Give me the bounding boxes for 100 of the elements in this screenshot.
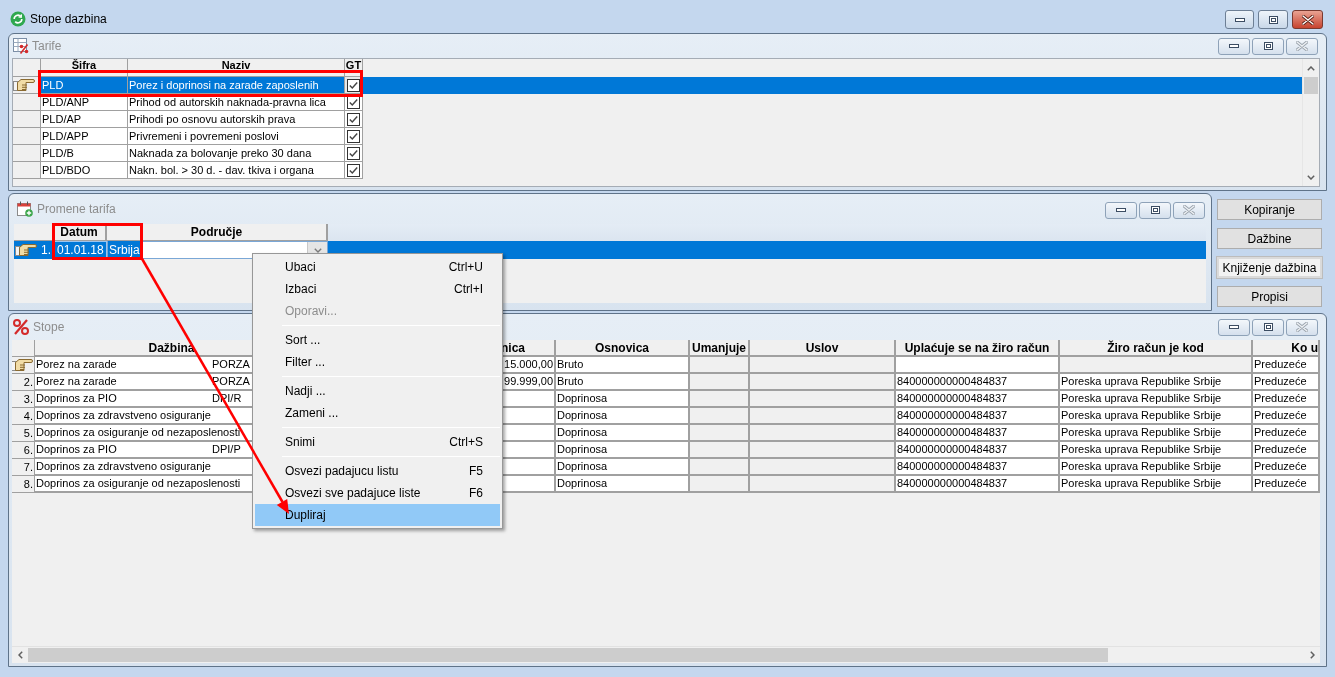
table-row[interactable]: PLD/BDO Nakn. bol. > 30 d. - dav. tkiva i organa	[13, 162, 1302, 179]
table-cell: Preduzeće	[1253, 374, 1320, 391]
table-cell: Poreska uprava Republike Srbije	[1060, 408, 1253, 425]
corner-cell	[14, 224, 53, 241]
minimize-button[interactable]	[1225, 10, 1254, 29]
scroll-left-icon[interactable]	[17, 651, 23, 659]
vertical-scrollbar[interactable]	[1302, 59, 1319, 186]
menu-item[interactable]: Osvezi padajucu listu F5	[255, 460, 500, 482]
minimize-button[interactable]	[1105, 201, 1137, 219]
window-title: Stope dazbina	[30, 10, 107, 28]
table-cell: Prihodi po osnovu autorskih prava	[128, 111, 345, 128]
menu-item[interactable]: Osvezi sve padajuce liste F6	[255, 482, 500, 504]
shortcut-text: Ctrl+I	[454, 281, 483, 298]
maximize-icon	[1263, 42, 1273, 50]
maximize-button[interactable]	[1252, 318, 1284, 336]
table-cell: Poreska uprava Republike Srbije	[1060, 374, 1253, 391]
table-cell: Preduzeće	[1253, 442, 1320, 459]
tax-name: Doprinos za PIO	[36, 442, 117, 458]
panel-title: Promene tarifa	[37, 201, 116, 218]
table-cell: PLD/BDO	[41, 162, 128, 179]
horizontal-scrollbar[interactable]	[12, 646, 1320, 663]
scrollbar-thumb[interactable]	[28, 648, 1108, 662]
table-cell: Bruto	[556, 357, 690, 374]
table-row[interactable]: PLD/APP Privremeni i povremeni poslovi	[13, 128, 1302, 145]
circular-arrows-icon	[10, 10, 26, 27]
table-cell: 840000000000484837	[896, 459, 1060, 476]
table-cell: Preduzeće	[1253, 408, 1320, 425]
close-icon	[1296, 322, 1308, 332]
scroll-up-icon[interactable]	[1307, 65, 1315, 71]
shortcut-text: Ctrl+S	[449, 434, 483, 451]
tax-name: Porez na zarade	[36, 357, 117, 373]
maximize-icon	[1150, 206, 1160, 214]
menu-item[interactable]: Dupliraj	[255, 504, 500, 526]
tax-code: PORZA	[212, 357, 250, 373]
row-number: 1.	[41, 242, 51, 259]
table-cell: Doprinosa	[556, 391, 690, 408]
action-button[interactable]: Knjiženje dažbina	[1217, 257, 1322, 278]
minimize-icon	[1229, 44, 1239, 48]
scroll-right-icon[interactable]	[1309, 651, 1315, 659]
table-cell: Doprinosa	[556, 476, 690, 493]
scroll-down-icon[interactable]	[1307, 175, 1315, 180]
table-cell: Privremeni i povremeni poslovi	[128, 128, 345, 145]
close-button[interactable]	[1292, 10, 1323, 29]
table-cell: PLD/AP	[41, 111, 128, 128]
row-number: 4.	[23, 408, 33, 424]
maximize-button[interactable]	[1258, 10, 1288, 29]
action-button[interactable]: Kopiranje	[1217, 199, 1322, 220]
column-header[interactable]: Područje	[107, 224, 328, 241]
table-cell: Doprinosa	[556, 442, 690, 459]
table-row[interactable]: PLD/AP Prihodi po osnovu autorskih prava	[13, 111, 1302, 128]
row-number: 3.	[23, 391, 33, 407]
maximize-icon	[1268, 15, 1278, 24]
table-cell: Preduzeće	[1253, 425, 1320, 442]
table-cell: Poreska uprava Republike Srbije	[1060, 425, 1253, 442]
menu-item[interactable]: Izbaci Ctrl+I	[255, 278, 500, 300]
table-cell: Preduzeće	[1253, 357, 1320, 374]
table-cell: Doprinosa	[556, 408, 690, 425]
table-cell: Bruto	[556, 374, 690, 391]
row-number: 7.	[23, 459, 33, 475]
panel-title: Tarife	[32, 38, 62, 55]
minimize-icon	[1234, 17, 1245, 22]
action-button[interactable]: Dažbine	[1217, 228, 1322, 249]
percent-icon	[13, 319, 29, 335]
action-button[interactable]: Propisi	[1217, 286, 1322, 307]
close-icon	[1296, 41, 1308, 51]
table-cell: 840000000000484837	[896, 425, 1060, 442]
menu-item[interactable]: Zameni ...	[255, 402, 500, 424]
table-cell: Preduzeće	[1253, 476, 1320, 493]
table-cell: Poreska uprava Republike Srbije	[1060, 442, 1253, 459]
table-cell: 840000000000484837	[896, 476, 1060, 493]
shortcut-text: F5	[469, 463, 483, 480]
table-cell: 840000000000484837	[896, 391, 1060, 408]
tax-code: PORZA	[212, 374, 250, 390]
table-row[interactable]: PLD Porez i doprinosi na zarade zaposlenih	[13, 77, 1302, 94]
scrollbar-thumb[interactable]	[1304, 77, 1318, 94]
table-cell: 840000000000484837	[896, 374, 1060, 391]
tax-name: Doprinos za osiguranje od nezaposlenosti	[36, 476, 241, 492]
table-cell: Preduzeće	[1253, 459, 1320, 476]
row-number: 6.	[23, 442, 33, 458]
minimize-icon	[1229, 325, 1239, 329]
close-icon	[1301, 14, 1314, 25]
table-row[interactable]: 1. 01.01.18 Srbija	[14, 241, 1206, 259]
table-percent-icon	[13, 38, 29, 54]
close-icon	[1183, 205, 1195, 215]
table-cell: Porez i doprinosi na zarade zaposlenih	[128, 77, 345, 94]
row-number: 8.	[23, 476, 33, 492]
table-cell: 840000000000484837	[896, 408, 1060, 425]
minimize-button[interactable]	[1218, 37, 1250, 55]
tax-name: Doprinos za zdravstveno osiguranje	[36, 408, 211, 424]
minimize-button[interactable]	[1218, 318, 1250, 336]
menu-item[interactable]: Ubaci Ctrl+U	[255, 256, 500, 278]
tax-name: Porez na zarade	[36, 374, 117, 390]
row-number: 5.	[23, 425, 33, 441]
minimize-icon	[1116, 208, 1126, 212]
maximize-button[interactable]	[1252, 37, 1284, 55]
menu-item[interactable]: Snimi Ctrl+S	[255, 431, 500, 453]
table-cell: 840000000000484837	[896, 442, 1060, 459]
table-cell: PLD/B	[41, 145, 128, 162]
table-row[interactable]: PLD/B Naknada za bolovanje preko 30 dana	[13, 145, 1302, 162]
maximize-button[interactable]	[1139, 201, 1171, 219]
